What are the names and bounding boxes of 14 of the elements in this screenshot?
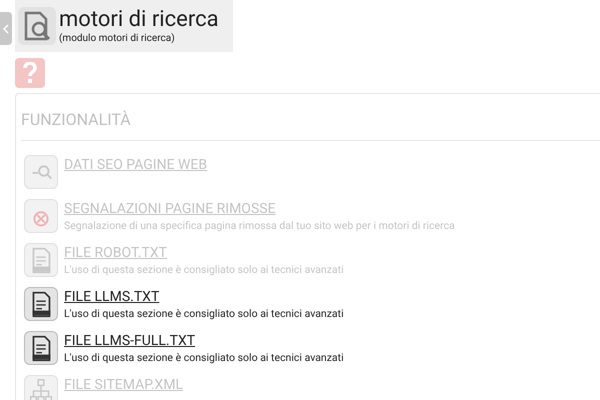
- document-search-icon: [18, 7, 56, 45]
- feature-description: L'uso di questa sezione è consigliato solo ai tecnici avanzati: [64, 263, 344, 277]
- page-subtitle: (modulo motori di ricerca): [59, 33, 176, 45]
- help-button[interactable]: [15, 58, 45, 88]
- feature-description: Segnalazione di una specifica pagina rimossa dal tuo sito web per i motori di ricerca: [64, 219, 455, 233]
- page-title: motori di ricerca: [59, 7, 219, 33]
- chevron-left-icon: [3, 24, 9, 34]
- feature-link[interactable]: FILE LLMS-FULL.TXT: [64, 331, 344, 351]
- back-tab[interactable]: [0, 12, 12, 45]
- feature-link[interactable]: FILE LLMS.TXT: [64, 287, 344, 307]
- feature-description: L'uso di questa sezione è consigliato solo ai tecnici avanzati: [64, 307, 344, 321]
- feature-description: L'uso di questa sezione è consigliato solo ai tecnici avanzati: [64, 351, 344, 365]
- section-title: FUNZIONALITÀ: [21, 94, 600, 141]
- question-mark-icon: [23, 62, 37, 84]
